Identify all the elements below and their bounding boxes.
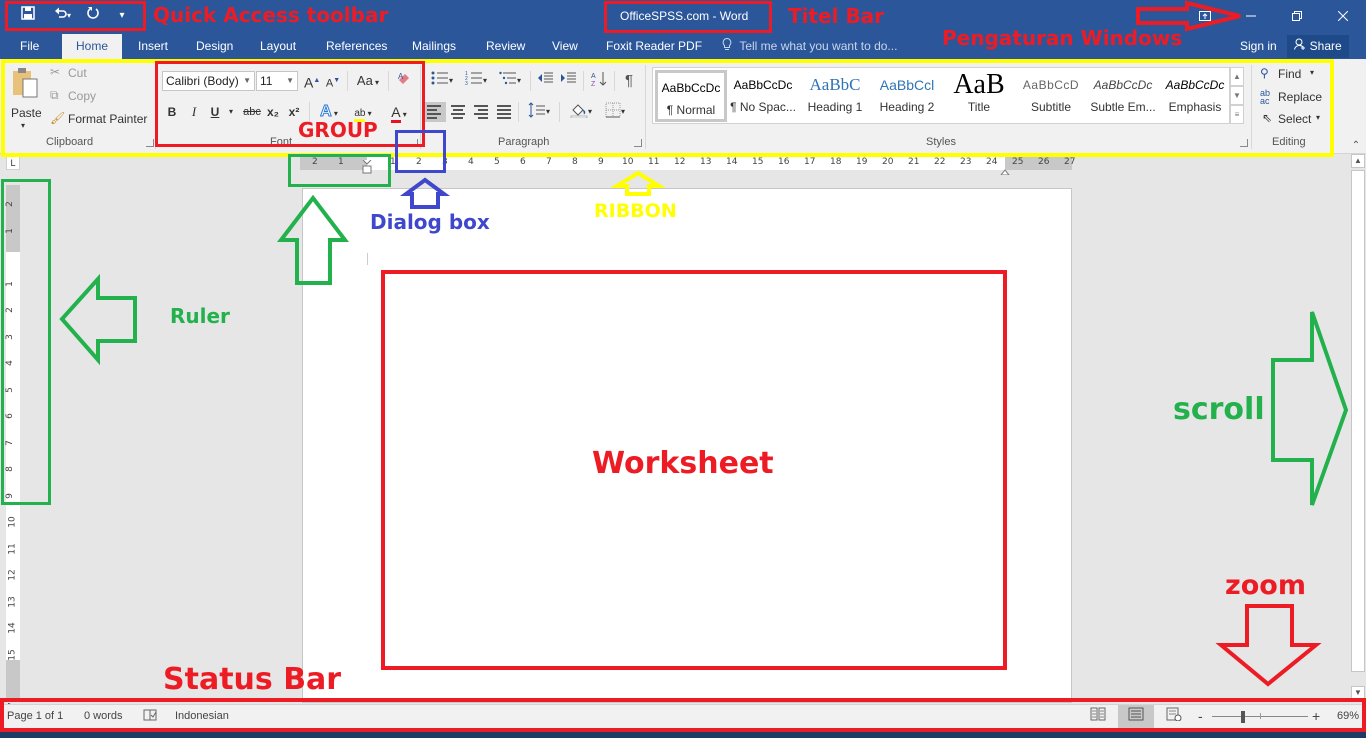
- annotation-ruler: Ruler: [170, 304, 230, 328]
- ruler-tick-label: 27: [1064, 157, 1076, 167]
- ruler-tick-label: 12: [674, 157, 686, 167]
- tab-mailings[interactable]: Mailings: [404, 34, 464, 59]
- ruler-tick-label: 17: [804, 157, 816, 167]
- annotation-box-group: [155, 61, 425, 147]
- ruler-tick-label: 14: [726, 157, 738, 167]
- ruler-tick-label: 10: [7, 516, 18, 528]
- ruler-tick-label: 15: [752, 157, 764, 167]
- collapse-ribbon-icon[interactable]: ⌃: [1348, 140, 1364, 152]
- arrow-scroll-right: [1271, 311, 1349, 506]
- ruler-tick-label: 4: [468, 157, 474, 167]
- ruler-tick-label: 21: [908, 157, 920, 167]
- annotation-status-bar: Status Bar: [163, 662, 342, 697]
- bottom-margin-area: [6, 660, 20, 700]
- tell-me-search[interactable]: Tell me what you want to do...: [722, 34, 897, 59]
- annotation-box-dialog-launcher: [395, 130, 446, 173]
- ruler-tick-label: 24: [986, 157, 998, 167]
- annotation-quick-access: Quick Access toolbar: [153, 3, 389, 27]
- tell-me-placeholder: Tell me what you want to do...: [739, 39, 898, 53]
- ruler-tick-label: 9: [598, 157, 604, 167]
- annotation-box-title-bar: [604, 1, 772, 33]
- annotation-scroll: scroll: [1173, 392, 1265, 427]
- sign-in-link[interactable]: Sign in: [1240, 34, 1277, 59]
- tab-view[interactable]: View: [544, 34, 586, 59]
- tab-review[interactable]: Review: [478, 34, 533, 59]
- share-label: Share: [1309, 39, 1342, 53]
- scroll-up-arrow[interactable]: ▲: [1351, 154, 1365, 168]
- annotation-title-bar: Titel Bar: [788, 4, 885, 28]
- vertical-scrollbar[interactable]: ▲ ▼: [1350, 154, 1366, 702]
- annotation-window-controls: Pengaturan Windows: [942, 26, 1183, 50]
- ruler-tick-label: 13: [700, 157, 712, 167]
- share-button[interactable]: Share: [1287, 35, 1349, 58]
- ruler-tick-label: 20: [882, 157, 894, 167]
- ruler-tick-label: 12: [7, 569, 18, 581]
- ruler-tick-label: 11: [648, 157, 660, 167]
- tab-home[interactable]: Home: [62, 34, 122, 59]
- annotation-worksheet: Worksheet: [592, 446, 774, 481]
- annotation-zoom: zoom: [1225, 570, 1306, 601]
- annotation-box-quick-access: [5, 1, 146, 31]
- ruler-tick-label: 15: [7, 648, 18, 661]
- tab-stop-selector[interactable]: L: [6, 156, 20, 170]
- annotation-box-status-bar: [0, 698, 1366, 732]
- ribbon-display-options-icon[interactable]: [1182, 0, 1228, 32]
- ruler-tick-label: 14: [7, 622, 18, 634]
- lightbulb-icon: [722, 37, 735, 53]
- ruler-tick-label: 18: [830, 157, 842, 167]
- close-icon[interactable]: [1320, 0, 1366, 32]
- tab-insert[interactable]: Insert: [130, 34, 176, 59]
- ruler-tick-label: 26: [1038, 157, 1050, 167]
- ruler-tick-label: 5: [494, 157, 500, 167]
- ruler-tick-label: 11: [7, 542, 18, 555]
- right-indent-marker[interactable]: [999, 162, 1011, 176]
- ruler-tick-label: 10: [622, 157, 634, 167]
- tab-references[interactable]: References: [318, 34, 395, 59]
- ruler-tick-label: 16: [778, 157, 790, 167]
- annotation-box-ruler-indent: [288, 154, 391, 187]
- minimize-icon[interactable]: [1228, 0, 1274, 32]
- person-icon: [1294, 38, 1309, 53]
- ruler-tick-label: 13: [7, 595, 18, 608]
- annotation-ribbon: RIBBON: [594, 200, 677, 222]
- text-cursor: [367, 253, 368, 265]
- tab-design[interactable]: Design: [188, 34, 241, 59]
- scroll-thumb[interactable]: [1351, 170, 1365, 672]
- ruler-tick-label: 19: [856, 157, 868, 167]
- ruler-tick-label: 25: [1012, 157, 1024, 167]
- ruler-tick-label: 8: [572, 157, 578, 167]
- ruler-tick-label: 22: [934, 157, 946, 167]
- tab-foxit-reader-pdf[interactable]: Foxit Reader PDF: [598, 34, 710, 59]
- ruler-tick-label: 23: [960, 157, 972, 167]
- arrow-zoom-down: [1215, 604, 1322, 687]
- tab-file[interactable]: File: [12, 34, 47, 59]
- arrow-ruler-left: [59, 273, 137, 366]
- annotation-group: GROUP: [298, 118, 378, 142]
- annotation-box-vertical-ruler: [1, 179, 51, 505]
- ruler-tick-label: 7: [546, 157, 552, 167]
- annotation-dialog-box: Dialog box: [370, 210, 490, 234]
- ruler-tick-label: 6: [520, 157, 526, 167]
- tab-layout[interactable]: Layout: [252, 34, 304, 59]
- restore-icon[interactable]: [1274, 0, 1320, 32]
